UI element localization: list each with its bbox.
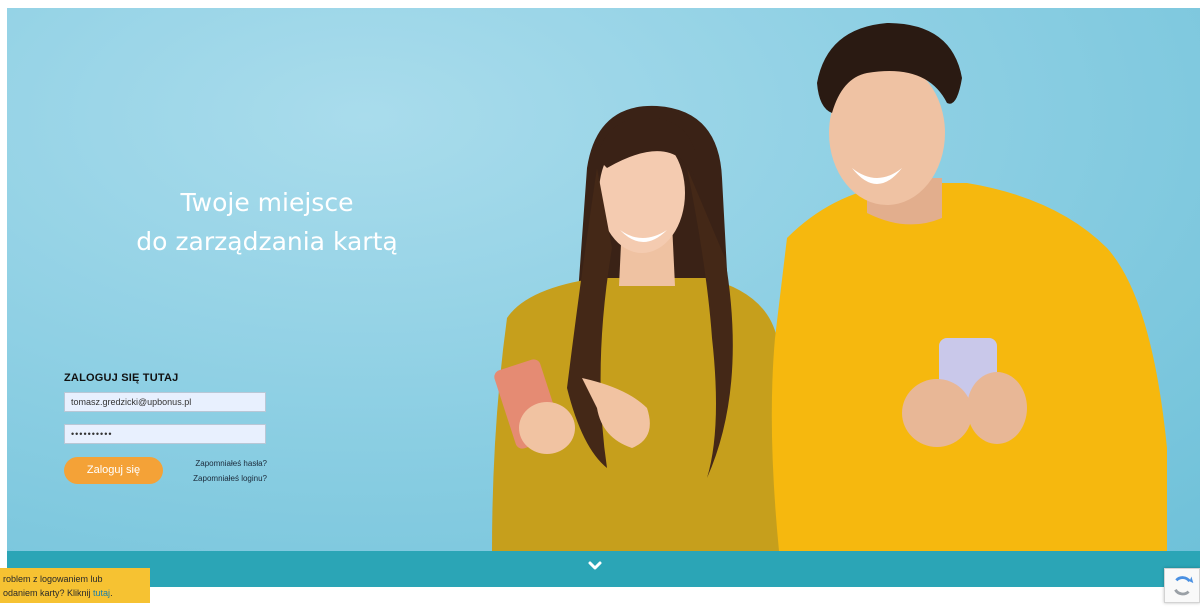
login-title: ZALOGUJ SIĘ TUTAJ xyxy=(64,372,179,384)
hero-headline-line1: Twoje miejsce xyxy=(180,188,354,217)
recaptcha-icon xyxy=(1174,576,1194,596)
password-input[interactable]: •••••••••• xyxy=(64,424,266,444)
forgot-login-link[interactable]: Zapomniałeś loginu? xyxy=(193,474,267,483)
hero-photo-people xyxy=(492,23,1167,551)
notice-suffix: . xyxy=(110,588,113,598)
notice-line1: roblem z logowaniem lub xyxy=(3,574,103,584)
forgot-password-link[interactable]: Zapomniałeś hasła? xyxy=(195,459,267,468)
notice-line2-text: odaniem karty? Kliknij xyxy=(3,588,94,598)
login-problem-notice: roblem z logowaniem lub odaniem karty? K… xyxy=(0,568,150,603)
login-input[interactable]: tomasz.gredzicki@upbonus.pl xyxy=(64,392,266,412)
hero-headline-line2: do zarządzania kartą xyxy=(136,227,398,256)
recaptcha-badge[interactable] xyxy=(1164,568,1200,603)
notice-line2: odaniem karty? Kliknij tutaj. xyxy=(3,586,150,600)
hero-headline: Twoje miejsce do zarządzania kartą xyxy=(127,183,407,261)
login-button[interactable]: Zaloguj się xyxy=(64,457,163,484)
notice-help-link[interactable]: tutaj xyxy=(93,588,110,598)
chevron-down-icon[interactable] xyxy=(585,556,605,576)
hero-banner: Twoje miejsce do zarządzania kartą ZALOG… xyxy=(7,8,1200,551)
